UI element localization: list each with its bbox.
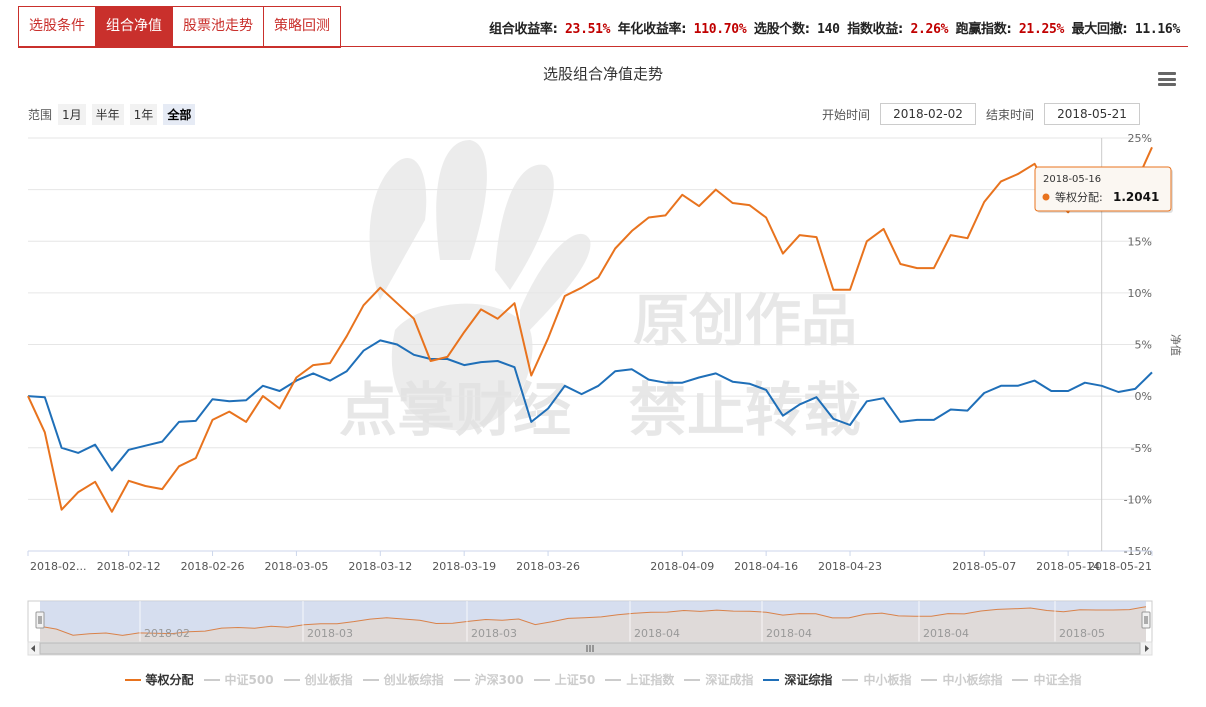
series-line-等权分配 <box>27 146 1153 513</box>
legend-item[interactable]: 等权分配 <box>124 671 194 688</box>
legend-item[interactable]: 创业板指 <box>283 671 353 688</box>
legend-label: 深证成指 <box>705 673 754 687</box>
navigator-label: 2018-03 <box>471 627 517 640</box>
legend-label: 沪深300 <box>474 673 524 687</box>
navigator-label: 2018-04 <box>923 627 969 640</box>
navigator-label: 2018-02 <box>144 627 190 640</box>
x-tick-label: 2018-03-05 <box>264 560 328 573</box>
x-tick-label: 2018-05-21 <box>1088 560 1152 573</box>
legend-swatch <box>763 678 780 681</box>
legend-item[interactable]: 创业板综指 <box>362 671 444 688</box>
legend-swatch <box>1012 678 1029 681</box>
navigator-label: 2018-05 <box>1059 627 1105 640</box>
y-tick-label: 25% <box>1128 132 1152 145</box>
net-value-chart: 原创作品点掌财经禁止转载25%20%15%10%5%0%-5%-10%-15%净… <box>27 132 1183 656</box>
legend-swatch <box>921 678 938 681</box>
chart-legend: 等权分配 中证500 创业板指 创业板综指 沪深300 上证50 上证指数 深证成指 深证综指 中… <box>0 671 1206 688</box>
legend-swatch <box>362 678 379 681</box>
legend-swatch <box>533 678 550 681</box>
legend-swatch <box>283 678 300 681</box>
legend-label: 等权分配 <box>145 673 194 687</box>
legend-swatch <box>684 678 701 681</box>
legend-label: 上证指数 <box>626 673 675 687</box>
legend-item[interactable]: 中小板综指 <box>921 671 1002 688</box>
tooltip-value: 1.2041 <box>1113 190 1159 204</box>
legend-item[interactable]: 中证500 <box>203 671 274 688</box>
navigator-left-handle[interactable] <box>35 611 45 629</box>
legend-label: 中证500 <box>224 673 274 687</box>
navigator-label: 2018-03 <box>307 627 353 640</box>
legend-label: 创业板指 <box>304 673 353 687</box>
navigator-right-handle[interactable] <box>1141 611 1151 629</box>
y-tick-label: -5% <box>1131 442 1152 455</box>
x-tick-label: 2018-05-07 <box>952 560 1016 573</box>
legend-swatch <box>605 678 622 681</box>
y-tick-label: 15% <box>1128 235 1152 248</box>
legend-label: 中小板综指 <box>942 673 1003 687</box>
navigator-label: 2018-04 <box>634 627 680 640</box>
legend-swatch <box>124 678 141 681</box>
legend-item[interactable]: 上证50 <box>533 671 596 688</box>
y-tick-label: 10% <box>1128 287 1152 300</box>
x-tick-label: 2018-04-16 <box>734 560 798 573</box>
navigator: 2018-02 2018-03 2018-03 2018-04 2018-04 2018-… <box>27 600 1153 656</box>
x-tick-label: 2018-03-19 <box>432 560 496 573</box>
legend-item[interactable]: 中证全指 <box>1012 671 1081 688</box>
legend-label: 中证全指 <box>1033 673 1082 687</box>
x-tick-label: 2018-02... <box>30 560 86 573</box>
legend-label: 中小板指 <box>863 673 912 687</box>
legend-label: 深证综指 <box>784 673 833 687</box>
x-tick-label: 2018-03-26 <box>516 560 580 573</box>
legend-item[interactable]: 中小板指 <box>842 671 911 688</box>
y-axis-label: 净值 <box>1169 334 1183 356</box>
watermark-text-brand: 点掌财经 <box>339 376 571 444</box>
y-tick-label: 5% <box>1135 339 1152 352</box>
x-tick-label: 2018-02-12 <box>97 560 161 573</box>
x-tick-label: 2018-03-12 <box>348 560 412 573</box>
navigator-label: 2018-04 <box>766 627 812 640</box>
y-tick-label: 0% <box>1135 390 1152 403</box>
series-line-深证综指 <box>27 339 1153 472</box>
legend-swatch <box>453 678 470 681</box>
x-tick-label: 2018-02-26 <box>181 560 245 573</box>
x-tick-label: 2018-04-23 <box>818 560 882 573</box>
legend-item[interactable]: 上证指数 <box>605 671 674 688</box>
tooltip: 2018-05-16 等权分配: 1.2041 <box>1034 166 1173 213</box>
y-tick-label: -10% <box>1124 493 1152 506</box>
legend-item[interactable]: 深证综指 <box>763 671 832 688</box>
legend-item[interactable]: 深证成指 <box>684 671 753 688</box>
legend-label: 上证50 <box>554 673 596 687</box>
tooltip-date: 2018-05-16 <box>1043 174 1101 185</box>
legend-swatch <box>203 678 220 681</box>
legend-item[interactable]: 沪深300 <box>453 671 524 688</box>
x-axis-ticks: 2018-02... 2018-02-12 2018-02-26 2018-03-05… <box>27 551 1153 573</box>
legend-swatch <box>842 678 859 681</box>
tooltip-series-dot <box>1042 193 1050 201</box>
watermark: 原创作品点掌财经 禁止转载 <box>339 140 861 444</box>
x-tick-label: 2018-04-09 <box>650 560 714 573</box>
tooltip-series-name: 等权分配: <box>1055 190 1103 204</box>
legend-label: 创业板综指 <box>383 673 444 687</box>
grid-lines <box>28 137 1152 552</box>
